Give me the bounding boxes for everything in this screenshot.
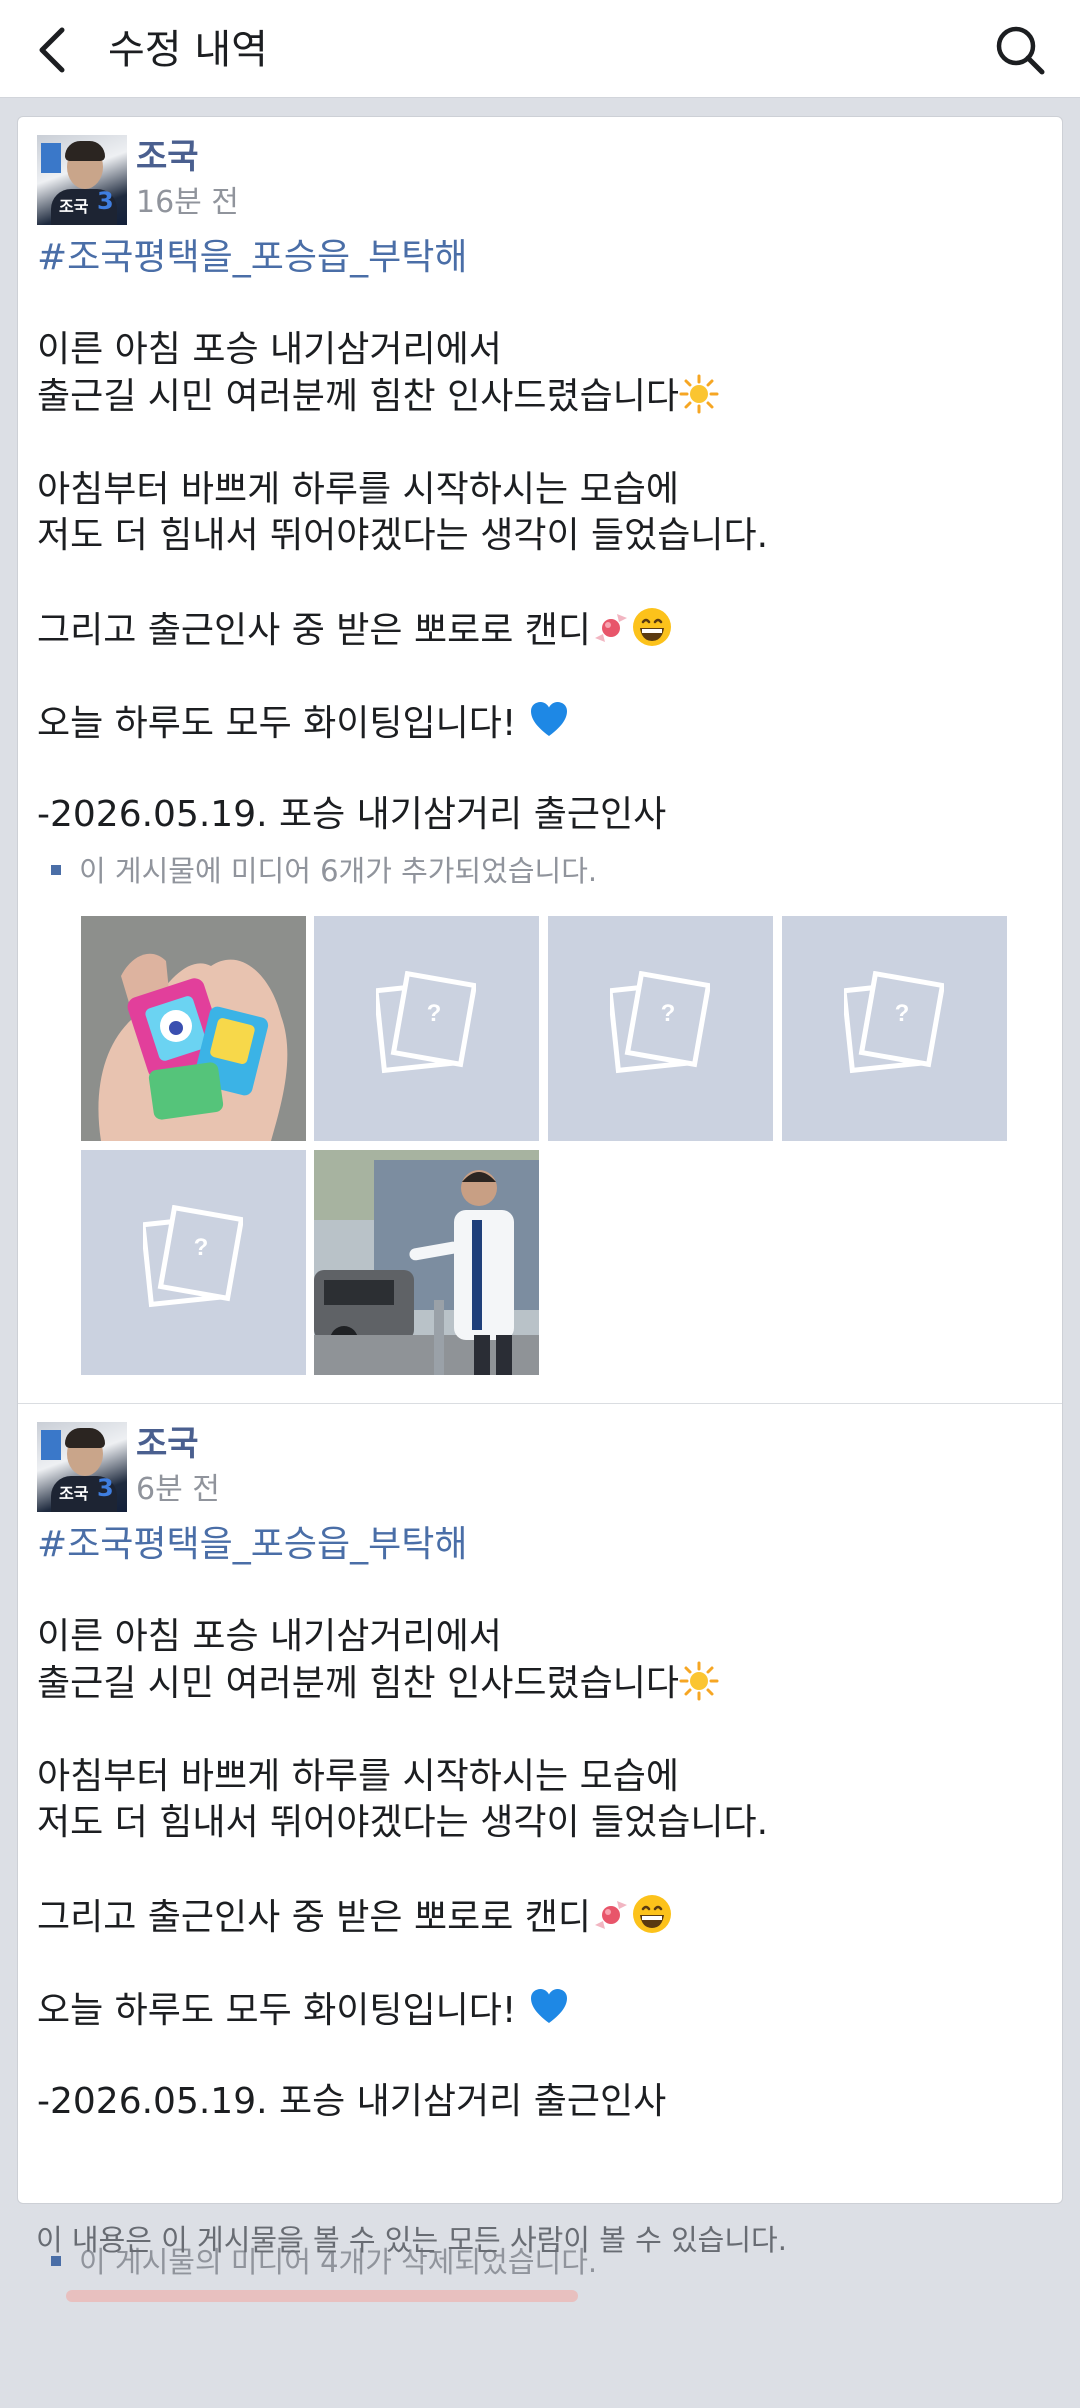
- candy-emoji-icon: [595, 614, 628, 642]
- body-line: 그리고 출근인사 중 받은 뽀로로 캔디: [37, 606, 1047, 653]
- back-button[interactable]: [30, 20, 80, 80]
- body-line: 출근길 시민 여러분께 힘찬 인사드렸습니다: [37, 1661, 1047, 1708]
- avatar-number: 3: [97, 1474, 114, 1502]
- media-thumbnail-greeting[interactable]: [314, 1150, 539, 1375]
- sun-emoji-icon: [679, 374, 719, 413]
- body-line: 오늘 하루도 모두 화이팅입니다!: [37, 699, 1047, 746]
- media-placeholder[interactable]: ?: [81, 1150, 306, 1375]
- missing-photo-icon: ?: [610, 971, 710, 1074]
- grinning-emoji-icon: [633, 608, 672, 646]
- candy-emoji-icon: [595, 1901, 628, 1929]
- top-bar: 수정 내역: [0, 0, 1080, 98]
- post-revision-2: 조국 3 조국 6분 전 #조국평택을_포승읍_부탁해 이른 아침 포승 내기삼…: [18, 1404, 1062, 2279]
- avatar-banner: [41, 143, 61, 173]
- page-title: 수정 내역: [108, 27, 268, 73]
- avatar-label: 조국: [59, 1484, 89, 1503]
- placeholder-mark: ?: [895, 1000, 910, 1027]
- bullet-icon: [51, 865, 61, 875]
- missing-photo-icon: ?: [376, 971, 476, 1074]
- body-line: 오늘 하루도 모두 화이팅입니다!: [37, 1986, 1047, 2033]
- avatar-banner: [41, 1430, 61, 1460]
- hashtag-link[interactable]: #조국평택을_포승읍_부탁해: [37, 1520, 467, 1570]
- candy-photo: [81, 916, 306, 1141]
- author-avatar[interactable]: 조국 3: [37, 135, 127, 225]
- body-line: 이른 아침 포승 내기삼거리에서: [37, 329, 502, 370]
- media-thumbnail-candy[interactable]: [81, 916, 306, 1141]
- author-avatar[interactable]: 조국 3: [37, 1422, 127, 1512]
- blue-heart-emoji-icon: [530, 702, 567, 736]
- missing-photo-icon: ?: [143, 1205, 243, 1308]
- placeholder-mark: ?: [427, 1000, 442, 1027]
- hashtag-link[interactable]: #조국평택을_포승읍_부탁해: [37, 233, 467, 283]
- author-name[interactable]: 조국: [136, 1422, 199, 1466]
- author-name[interactable]: 조국: [136, 135, 199, 179]
- sun-emoji-icon: [679, 1661, 719, 1700]
- highlight-underline: [66, 2290, 578, 2302]
- visibility-note: 이 내용은 이 게시물을 볼 수 있는 모든 사람이 볼 수 있습니다.: [36, 2223, 787, 2257]
- avatar-label: 조국: [59, 197, 89, 216]
- greeting-photo: [314, 1150, 539, 1375]
- revision-history-card: 조국 3 조국 16분 전 #조국평택을_포승읍_부탁해 이른 아침 포승 내기…: [17, 116, 1063, 2279]
- body-line: 이른 아침 포승 내기삼거리에서: [37, 1616, 502, 1657]
- body-line: 그리고 출근인사 중 받은 뽀로로 캔디: [37, 1893, 1047, 1940]
- avatar-hair: [65, 141, 105, 161]
- body-line: -2026.05.19. 포승 내기삼거리 출근인사: [37, 794, 667, 835]
- body-line: 출근길 시민 여러분께 힘찬 인사드렸습니다: [37, 374, 1047, 421]
- body-line: 저도 더 힘내서 뛰어야겠다는 생각이 들었습니다.: [37, 1802, 769, 1843]
- search-button[interactable]: [990, 20, 1050, 80]
- avatar-hair: [65, 1428, 105, 1448]
- post-body: 이른 아침 포승 내기삼거리에서 출근길 시민 여러분께 힘찬 인사드렸습니다 …: [37, 327, 1047, 839]
- media-placeholder[interactable]: ?: [782, 916, 1007, 1141]
- post-body: 이른 아침 포승 내기삼거리에서 출근길 시민 여러분께 힘찬 인사드렸습니다 …: [37, 1614, 1047, 2126]
- blue-heart-emoji-icon: [530, 1989, 567, 2023]
- avatar-number: 3: [97, 187, 114, 215]
- body-line: 아침부터 바쁘게 하루를 시작하시는 모습에: [37, 468, 679, 510]
- media-placeholder[interactable]: ?: [548, 916, 773, 1141]
- media-placeholder[interactable]: ?: [314, 916, 539, 1141]
- missing-photo-icon: ?: [844, 971, 944, 1074]
- body-line: 아침부터 바쁘게 하루를 시작하시는 모습에: [37, 1755, 679, 1797]
- post-time: 6분 전: [136, 1472, 220, 1507]
- body-line: -2026.05.19. 포승 내기삼거리 출근인사: [37, 2081, 667, 2122]
- placeholder-mark: ?: [661, 1000, 676, 1027]
- body-line: 저도 더 힘내서 뛰어야겠다는 생각이 들었습니다.: [37, 515, 769, 556]
- post-revision-1: 조국 3 조국 16분 전 #조국평택을_포승읍_부탁해 이른 아침 포승 내기…: [18, 117, 1062, 1403]
- media-added-note: 이 게시물에 미디어 6개가 추가되었습니다.: [51, 851, 597, 891]
- post-time: 16분 전: [136, 185, 239, 220]
- placeholder-mark: ?: [194, 1234, 209, 1261]
- chevron-left-icon: [39, 27, 65, 73]
- search-icon: [996, 26, 1045, 75]
- grinning-emoji-icon: [633, 1895, 672, 1933]
